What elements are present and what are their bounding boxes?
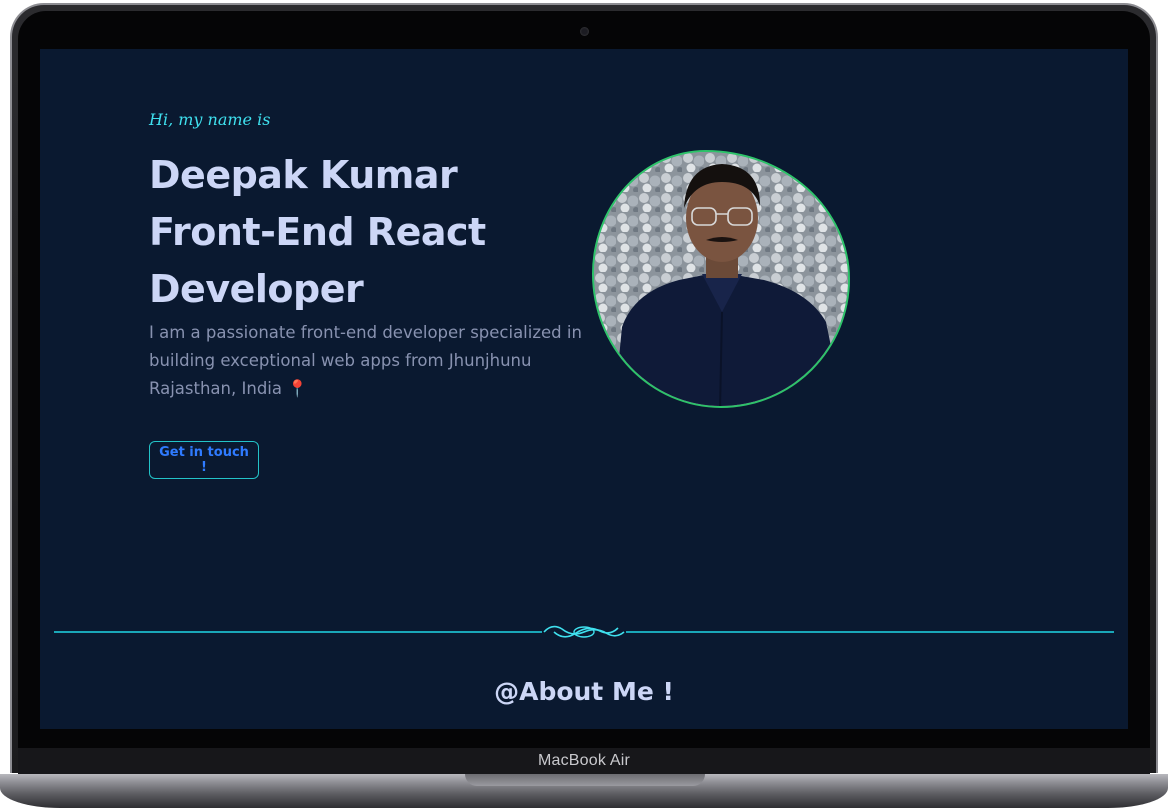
divider-line-left xyxy=(54,631,542,633)
hero-role-line2: Developer xyxy=(149,267,364,311)
hero-bio: I am a passionate front-end developer sp… xyxy=(149,319,589,403)
hero-bio-text: I am a passionate front-end developer sp… xyxy=(149,323,582,398)
divider-line-right xyxy=(626,631,1114,633)
profile-photo-illustration xyxy=(594,152,848,406)
laptop-hinge-notch xyxy=(465,774,705,786)
hero-name: Deepak Kumar xyxy=(149,153,458,197)
swirl-ornament-icon xyxy=(543,625,625,638)
map-pin-icon: 📍 xyxy=(287,379,308,398)
profile-photo xyxy=(592,150,850,408)
device-brand-label: MacBook Air xyxy=(537,752,630,769)
laptop-frame: Hi, my name is Deepak Kumar Front-End Re… xyxy=(0,0,1168,808)
section-divider xyxy=(54,619,1114,645)
about-heading: @About Me ! xyxy=(494,677,674,706)
camera-icon xyxy=(580,27,589,36)
hero-greeting: Hi, my name is xyxy=(149,110,271,129)
hero-title: Deepak Kumar Front-End React Developer xyxy=(149,147,589,318)
get-in-touch-button[interactable]: Get in touch ! xyxy=(149,441,259,479)
hero-role-line1: Front-End React xyxy=(149,210,486,254)
portfolio-page: Hi, my name is Deepak Kumar Front-End Re… xyxy=(40,49,1128,729)
